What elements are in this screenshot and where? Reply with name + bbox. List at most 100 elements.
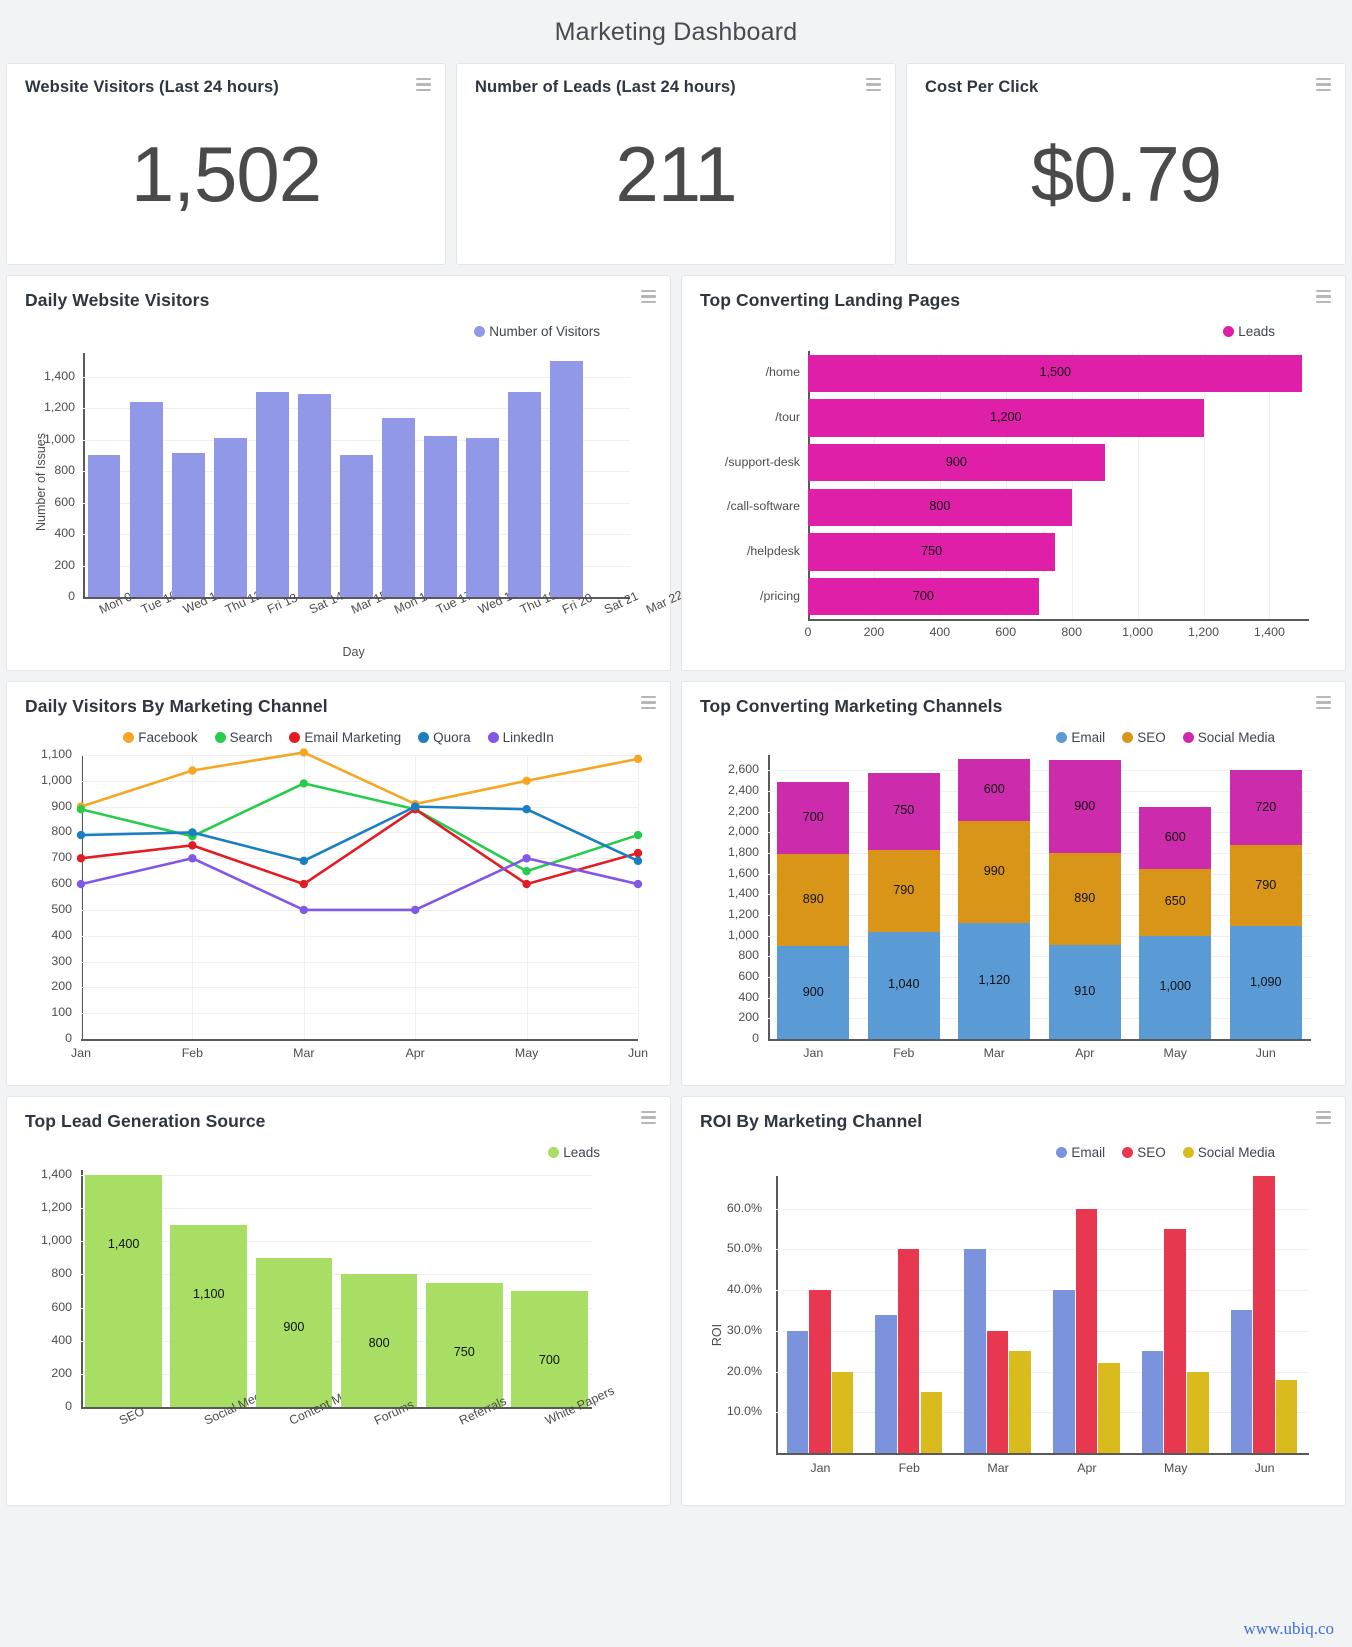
bar xyxy=(508,392,542,597)
bar-value-label: 900 xyxy=(1074,798,1096,813)
bar-value-label: 1,200 xyxy=(990,410,1022,424)
bar xyxy=(340,455,373,597)
y-tick-label: /call-software xyxy=(727,499,800,514)
hamburger-menu-icon[interactable] xyxy=(1316,78,1331,91)
chart-legend: Facebook Search Email Marketing Quora Linked… xyxy=(25,730,652,745)
hamburger-menu-icon[interactable] xyxy=(1316,696,1331,709)
bar xyxy=(920,1391,942,1453)
x-tick-label: Jun xyxy=(1254,1461,1275,1475)
y-axis xyxy=(81,1170,83,1407)
kpi-card-number-of-leads: Number of Leads (Last 24 hours) 211 xyxy=(456,63,896,265)
y-tick-label: 200 xyxy=(738,1010,759,1025)
chart-title: Daily Visitors By Marketing Channel xyxy=(25,696,328,716)
legend-item: Leads xyxy=(1223,324,1275,339)
legend-swatch xyxy=(289,732,301,743)
bar xyxy=(87,455,121,597)
legend-swatch xyxy=(474,326,486,337)
x-tick-label: May xyxy=(1163,1046,1187,1060)
y-tick-label: 1,000 xyxy=(43,431,75,446)
bar xyxy=(85,1174,162,1407)
legend-swatch xyxy=(1122,1147,1134,1158)
y-tick-label: 1,000 xyxy=(40,1233,72,1248)
y-tick-label: 400 xyxy=(738,989,759,1004)
gridline xyxy=(776,1412,1309,1414)
chart-plot-area: 10.0% 20.0% 30.0% 40.0% 50.0% 60.0% Jan Feb Mar A… xyxy=(700,1160,1327,1493)
gridline xyxy=(83,439,630,441)
legend-label: Leads xyxy=(563,1145,600,1160)
y-axis-title: Number of Issues xyxy=(34,433,48,531)
legend-label: Facebook xyxy=(138,730,198,745)
kpi-title: Website Visitors (Last 24 hours) xyxy=(25,78,279,96)
bar-value-label: 1,400 xyxy=(107,1236,140,1251)
hamburger-menu-icon[interactable] xyxy=(1316,1111,1331,1124)
chart-plot-area: 0 200 400 600 800 1,000 1,200 1,400 1,400 SEO 1,10… xyxy=(25,1160,652,1493)
bar xyxy=(831,1371,854,1453)
hamburger-menu-icon[interactable] xyxy=(866,78,881,91)
kpi-value: 1,502 xyxy=(130,130,322,218)
y-tick-label: /support-desk xyxy=(724,454,800,469)
chart-plot-area: 0 100 200 300 400 500 600 700 800 900 1,000 1,100 Ja… xyxy=(25,745,652,1073)
legend-item: Facebook xyxy=(123,730,198,745)
y-tick-label: 400 xyxy=(51,1332,72,1347)
bar xyxy=(550,360,584,597)
bar-value-label: 900 xyxy=(802,984,824,999)
x-tick-label: Apr xyxy=(1077,1461,1097,1475)
footer-url[interactable]: www.ubiq.co xyxy=(1244,1619,1335,1639)
bar-value-label: 1,000 xyxy=(1159,979,1191,994)
page-title: Marketing Dashboard xyxy=(554,18,798,46)
legend-swatch xyxy=(1122,732,1134,743)
hamburger-menu-icon[interactable] xyxy=(641,290,656,303)
hamburger-menu-icon[interactable] xyxy=(641,1111,656,1124)
bar xyxy=(786,1330,809,1453)
bar-value-label: 1,120 xyxy=(978,973,1010,988)
bar xyxy=(298,393,331,597)
chart-plot-area: 0 200 400 600 800 1,000 1,200 1,400/home 1,500/t… xyxy=(700,339,1327,659)
hamburger-menu-icon[interactable] xyxy=(641,696,656,709)
y-tick-label: 10.0% xyxy=(726,1404,762,1419)
hamburger-menu-icon[interactable] xyxy=(1316,290,1331,303)
chart-card-daily-visitors-by-marketing-channel: Daily Visitors By Marketing Channel Face… xyxy=(6,681,671,1086)
legend-item: SEO xyxy=(1122,730,1166,745)
bar-value-label: 910 xyxy=(1074,984,1096,998)
y-tick-label: 1,400 xyxy=(40,1166,72,1181)
bar xyxy=(1009,1351,1031,1453)
gridline xyxy=(776,1371,1309,1373)
y-tick-label: 60.0% xyxy=(726,1200,762,1215)
kpi-title: Number of Leads (Last 24 hours) xyxy=(475,78,736,96)
x-tick-label: Mar xyxy=(983,1046,1005,1060)
legend-label: Leads xyxy=(1238,324,1275,339)
bar-value-label: 700 xyxy=(802,809,824,824)
legend-label: LinkedIn xyxy=(502,730,554,745)
y-axis xyxy=(768,755,770,1039)
gridline xyxy=(776,1208,1309,1210)
bar xyxy=(382,418,415,597)
kpi-card-website-visitors: Website Visitors (Last 24 hours) 1,502 xyxy=(6,63,446,265)
x-tick-label: Jun xyxy=(1255,1046,1276,1060)
y-tick-label: 2,000 xyxy=(727,824,759,839)
chart-legend: Leads xyxy=(25,1145,652,1160)
hamburger-menu-icon[interactable] xyxy=(416,78,431,91)
line-series-layer xyxy=(76,748,643,915)
chart-legend: Email SEO Social Media xyxy=(700,1145,1327,1160)
legend-label: Social Media xyxy=(1197,1145,1275,1160)
chart-plot-area: 0 200 400 600 800 1,000 1,200 1,400 Mon 09 Tue 10… xyxy=(25,339,685,659)
kpi-row: Website Visitors (Last 24 hours) 1,502 N… xyxy=(0,63,1352,275)
y-tick-label: 1,400 xyxy=(43,368,75,383)
y-tick-label: 2,600 xyxy=(727,762,759,777)
legend-swatch xyxy=(1182,732,1194,743)
y-axis xyxy=(83,353,85,597)
y-tick-label: 600 xyxy=(54,494,75,509)
chart-row-2: Daily Visitors By Marketing Channel Face… xyxy=(0,681,1352,1096)
legend-label: Number of Visitors xyxy=(489,324,600,339)
y-tick-label: 0 xyxy=(65,1399,72,1413)
y-tick-label: 600 xyxy=(51,1299,72,1314)
y-tick-label: 1,600 xyxy=(727,865,759,880)
bar xyxy=(1141,1351,1164,1453)
y-tick-label: /helpdesk xyxy=(746,544,800,558)
bar-value-label: 790 xyxy=(1255,877,1277,892)
bar xyxy=(897,1249,920,1453)
x-tick-label: Feb xyxy=(893,1046,915,1060)
bar-value-label: 1,090 xyxy=(1249,974,1282,989)
bar xyxy=(129,401,163,597)
y-tick-label: 0 xyxy=(752,1031,759,1045)
